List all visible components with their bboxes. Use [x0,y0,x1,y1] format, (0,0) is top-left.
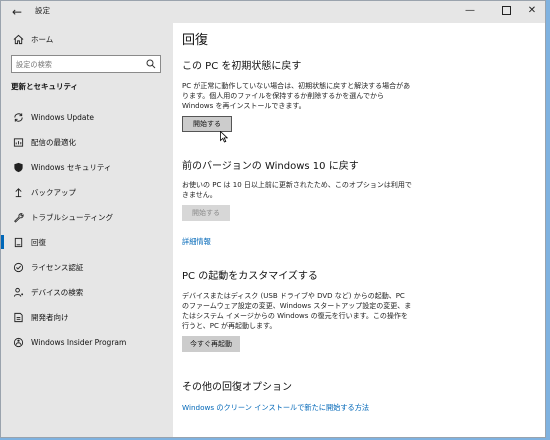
sidebar-item-label: 回復 [31,237,46,247]
search-input[interactable] [16,58,144,70]
person-location-icon [12,286,24,298]
more-recovery-heading: その他の回復オプション [182,382,292,393]
sidebar-item-label: バックアップ [31,187,76,197]
restart-now-button[interactable]: 今すぐ再起動 [182,336,240,352]
developer-icon [12,311,24,323]
settings-window: ← 設定 — ✕ ホーム 更新とセキュリティ Windows Update [0,0,546,438]
sidebar-item-label: Windows セキュリティ [31,162,112,172]
sidebar-item-developers[interactable]: 開発者向け [1,306,173,328]
sidebar-item-label: デバイスの検索 [31,287,84,297]
title-bar: ← 設定 — ✕ [1,1,545,23]
go-back-description: お使いの PC は 10 日以上前に更新されたため、このオプションは利用できませ… [182,181,412,199]
sidebar-item-label: 配信の最適化 [31,137,76,147]
sidebar-item-label: ライセンス認証 [31,262,84,272]
sidebar: ホーム 更新とセキュリティ Windows Update 配信の最適化 Wind… [1,23,173,437]
shield-icon [12,161,24,173]
sidebar-item-label: 開発者向け [31,312,69,322]
minimize-button[interactable]: — [455,1,485,21]
sidebar-item-recovery[interactable]: 回復 [1,231,173,253]
sidebar-item-troubleshoot[interactable]: トラブルシューティング [1,206,173,228]
clean-install-link[interactable]: Windows のクリーン インストールで新たに開始する方法 [182,403,369,413]
backup-icon [12,186,24,198]
sidebar-item-home[interactable]: ホーム [1,28,173,50]
sidebar-item-label: トラブルシューティング [31,212,114,222]
sidebar-item-backup[interactable]: バックアップ [1,181,173,203]
wrench-icon [12,211,24,223]
mouse-cursor-icon [220,131,228,143]
main-content: 回復 この PC を初期状態に戻す PC が正常に動作していない場合は、初期状態… [173,23,545,437]
sidebar-item-find-device[interactable]: デバイスの検索 [1,281,173,303]
reset-heading: この PC を初期状態に戻す [182,61,302,72]
selection-indicator [1,235,4,249]
recovery-icon [12,236,24,248]
sidebar-item-label: Windows Update [31,112,95,122]
sidebar-item-insider-program[interactable]: Windows Insider Program [1,331,173,353]
insider-icon [12,336,24,348]
sidebar-item-windows-update[interactable]: Windows Update [1,106,173,128]
advanced-startup-heading: PC の起動をカスタマイズする [182,271,318,282]
sidebar-item-windows-security[interactable]: Windows セキュリティ [1,156,173,178]
go-back-heading: 前のバージョンの Windows 10 に戻す [182,161,359,172]
sidebar-item-delivery-optimization[interactable]: 配信の最適化 [1,131,173,153]
section-title: 更新とセキュリティ [11,82,79,91]
reset-description: PC が正常に動作していない場合は、初期状態に戻すと解決する場合があります。個人… [182,82,411,110]
sidebar-item-activation[interactable]: ライセンス認証 [1,256,173,278]
check-circle-icon [12,261,24,273]
back-arrow-icon[interactable]: ← [7,2,27,22]
home-icon [12,33,24,45]
search-icon [146,59,156,69]
sidebar-home-label: ホーム [31,34,54,44]
close-button[interactable]: ✕ [517,1,545,21]
advanced-startup-description: デバイスまたはディスク (USB ドライブや DVD など) からの起動、PC … [182,292,412,330]
sidebar-item-label: Windows Insider Program [31,337,127,347]
learn-more-link[interactable]: 詳細情報 [182,237,211,247]
delivery-optimization-icon [12,136,24,148]
go-back-start-button[interactable]: 開始する [182,205,230,221]
reset-start-button[interactable]: 開始する [182,116,232,132]
sync-icon [12,111,24,123]
search-field[interactable] [11,55,161,73]
window-title: 設定 [35,6,50,15]
page-title: 回復 [182,33,209,48]
